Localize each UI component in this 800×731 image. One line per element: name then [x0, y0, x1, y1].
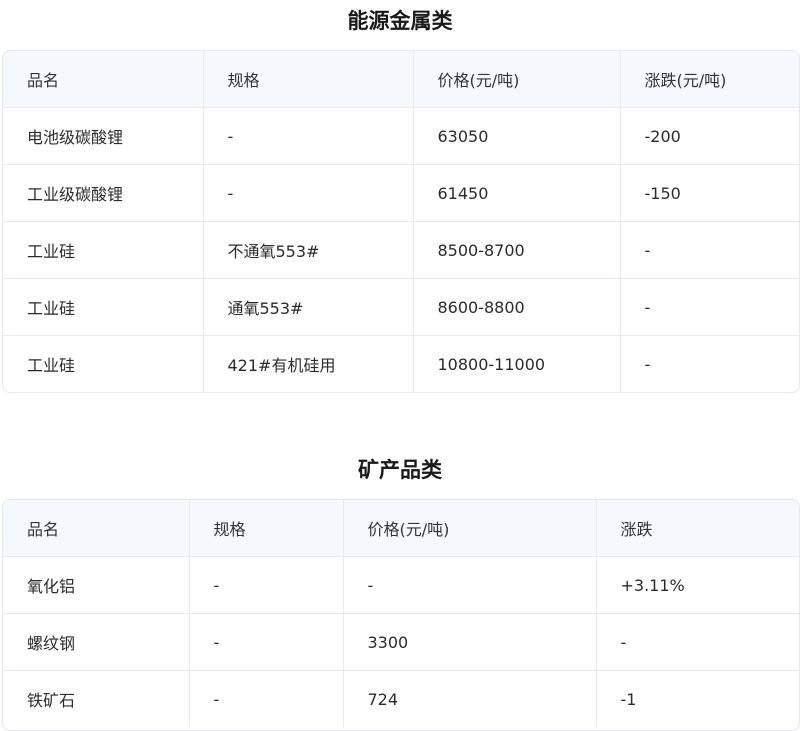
- column-header-change: 涨跌: [596, 500, 799, 557]
- cell-name: 氧化铝: [3, 556, 190, 614]
- cell-spec: -: [189, 556, 344, 614]
- cell-price: 8500-8700: [413, 221, 621, 279]
- cell-spec: -: [203, 164, 414, 222]
- cell-name: 工业级碳酸锂: [3, 164, 204, 222]
- cell-change: +3.11%: [596, 556, 799, 614]
- table-row: 工业硅 不通氧553# 8500-8700 -: [3, 221, 799, 279]
- cell-price: 724: [343, 670, 597, 727]
- cell-name: 电池级碳酸锂: [3, 107, 204, 165]
- cell-spec: -: [189, 613, 344, 671]
- table-row: 工业级碳酸锂 - 61450 -150: [3, 164, 799, 222]
- table-header-row: 品名 规格 价格(元/吨) 涨跌(元/吨): [3, 51, 799, 108]
- cell-name: 工业硅: [3, 335, 204, 392]
- cell-spec: 通氧553#: [203, 278, 414, 336]
- cell-spec: -: [203, 107, 414, 165]
- table-header-row: 品名 规格 价格(元/吨) 涨跌: [3, 500, 799, 557]
- table-row: 工业硅 421#有机硅用 10800-11000 -: [3, 335, 799, 392]
- cell-change: -150: [620, 164, 799, 222]
- table-row: 铁矿石 - 724 -1: [3, 670, 799, 727]
- cell-spec: 421#有机硅用: [203, 335, 414, 392]
- cell-name: 铁矿石: [3, 670, 190, 727]
- column-header-name: 品名: [3, 51, 204, 108]
- section-title-energy-metals: 能源金属类: [347, 9, 453, 33]
- cell-price: 8600-8800: [413, 278, 621, 336]
- cell-price: 3300: [343, 613, 597, 671]
- cell-name: 螺纹钢: [3, 613, 190, 671]
- minerals-table: 品名 规格 价格(元/吨) 涨跌 氧化铝 - - +3.11% 螺纹钢 - 33…: [2, 499, 800, 731]
- table-row: 螺纹钢 - 3300 -: [3, 613, 799, 671]
- cell-spec: -: [189, 670, 344, 727]
- cell-change: -200: [620, 107, 799, 165]
- table-row: 工业硅 通氧553# 8600-8800 -: [3, 278, 799, 336]
- cell-spec: 不通氧553#: [203, 221, 414, 279]
- cell-price: 10800-11000: [413, 335, 621, 392]
- cell-change: -1: [620, 689, 637, 709]
- section-title-minerals: 矿产品类: [358, 458, 442, 482]
- cell-price: -: [343, 556, 597, 614]
- column-header-spec: 规格: [203, 51, 414, 108]
- column-header-price: 价格(元/吨): [413, 51, 621, 108]
- energy-metals-table: 品名 规格 价格(元/吨) 涨跌(元/吨) 电池级碳酸锂 - 63050 -20…: [2, 50, 800, 393]
- table-row: 电池级碳酸锂 - 63050 -200: [3, 107, 799, 165]
- cell-name: 工业硅: [3, 278, 204, 336]
- cell-change: -: [620, 221, 799, 279]
- column-header-change: 涨跌(元/吨): [620, 51, 799, 108]
- cell-change: -: [596, 613, 799, 671]
- cell-name: 工业硅: [3, 221, 204, 279]
- cell-price: 61450: [413, 164, 621, 222]
- column-header-spec: 规格: [189, 500, 344, 557]
- column-header-name: 品名: [3, 500, 190, 557]
- cell-price: 63050: [413, 107, 621, 165]
- column-header-price: 价格(元/吨): [343, 500, 597, 557]
- table-row: 氧化铝 - - +3.11%: [3, 556, 799, 614]
- cell-change: -: [644, 354, 651, 374]
- cell-change: -: [620, 278, 799, 336]
